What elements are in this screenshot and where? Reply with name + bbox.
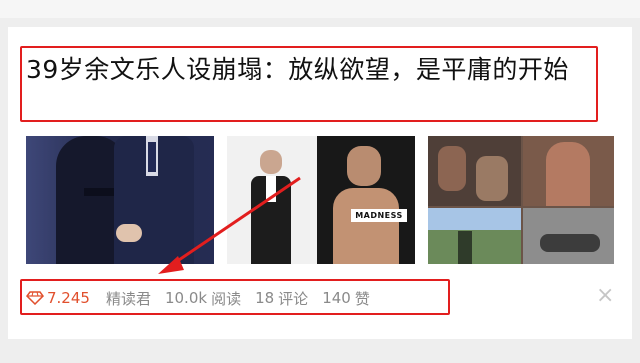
comments-count: 18 [255,289,275,307]
score-value: 7.245 [47,289,90,307]
article-image-1[interactable] [26,136,214,264]
arm-2 [476,156,508,201]
torso [333,188,399,264]
top-divider [0,0,640,18]
article-image-3[interactable] [428,136,614,264]
comments-label: 评论 [278,289,309,308]
madness-text: MADNESS [351,209,407,222]
tie [148,142,156,172]
reads-label: 阅读 [211,289,242,308]
article-image-2[interactable]: MADNESS [227,136,415,264]
article-meta: 7.245 精读君 10.0k 阅读 18 评论 140 赞 [26,286,384,310]
head [260,150,282,174]
diamond-icon [26,291,44,305]
bottom-divider [0,339,640,363]
arm [438,146,466,191]
reads-count: 10.0k [164,289,208,307]
author-name[interactable]: 精读君 [106,288,151,309]
person-small [458,231,472,264]
close-icon[interactable]: × [596,285,614,307]
torso-2 [546,142,590,206]
hands [116,224,142,242]
likes-label: 赞 [354,289,370,308]
shirt-front [266,176,276,202]
head-2 [347,146,381,186]
article-title[interactable]: 39岁余文乐人设崩塌：放纵欲望，是平庸的开始 [26,53,596,86]
person-pushup [540,234,600,252]
likes-count: 140 [322,289,351,307]
sky [428,208,521,230]
